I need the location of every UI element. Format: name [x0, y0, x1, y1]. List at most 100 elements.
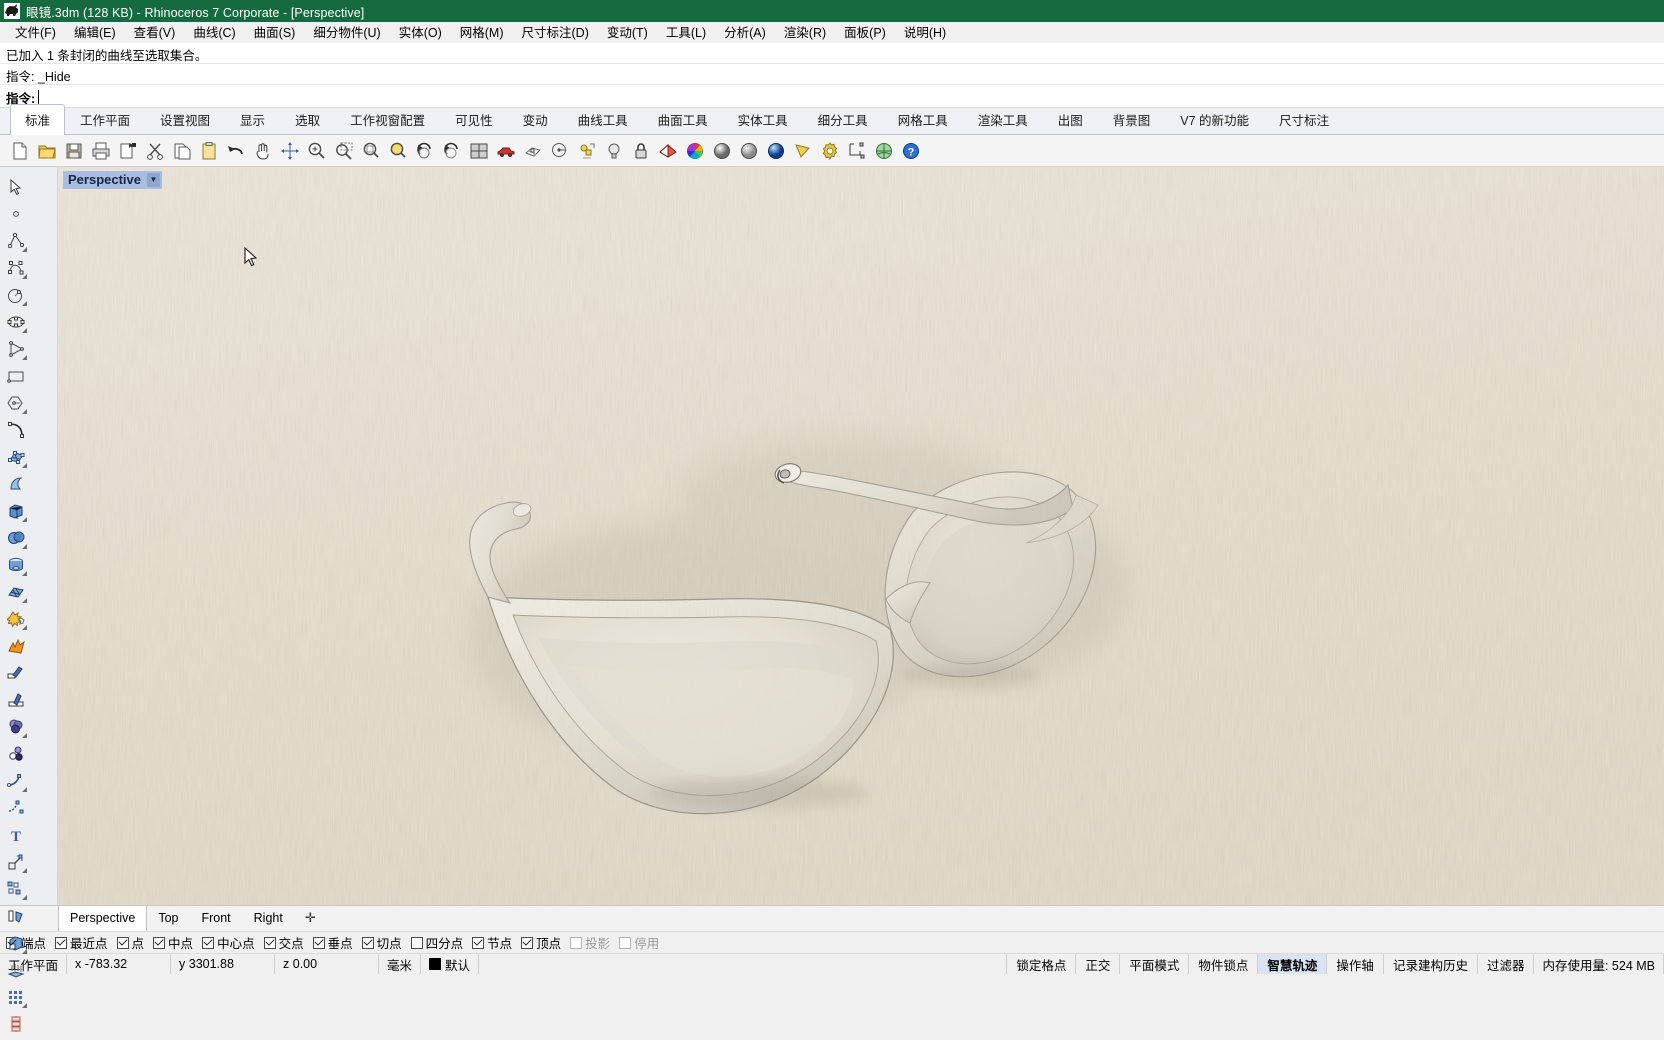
polygon-icon[interactable]: [2, 335, 29, 362]
tab-render-tools[interactable]: 渲染工具: [963, 104, 1043, 135]
box-solid-icon[interactable]: [2, 497, 29, 524]
mirror-icon[interactable]: [2, 902, 29, 929]
control-point-curve-icon[interactable]: [2, 254, 29, 281]
hexagon-icon[interactable]: [2, 389, 29, 416]
checkbox[interactable]: [410, 936, 423, 949]
current-layer[interactable]: 默认: [421, 954, 480, 974]
checkbox[interactable]: [202, 936, 215, 949]
tab-curve-tools[interactable]: 曲线工具: [563, 104, 643, 135]
color-wheel-icon[interactable]: [681, 137, 708, 164]
named-view-icon[interactable]: [546, 137, 573, 164]
checkbox[interactable]: [312, 936, 325, 949]
osnap-knot[interactable]: 节点: [472, 933, 512, 952]
perspective-viewport[interactable]: Perspective ▼: [58, 167, 1664, 905]
viewtab-top[interactable]: Top: [147, 906, 190, 931]
toggle-smarttrack[interactable]: 智慧轨迹: [1258, 954, 1328, 974]
tab-background-bitmap[interactable]: 背景图: [1098, 104, 1166, 135]
trim-icon[interactable]: [2, 659, 29, 686]
osnap-tan[interactable]: 切点: [361, 933, 402, 952]
rendered-view-icon[interactable]: [762, 137, 789, 164]
curve-boolean-icon[interactable]: [2, 740, 29, 767]
tab-drafting[interactable]: 出图: [1043, 104, 1098, 135]
undo-view-change-icon[interactable]: [438, 137, 465, 164]
toggle-record-history[interactable]: 记录建构历史: [1384, 954, 1478, 974]
osnap-cen[interactable]: 中心点: [202, 933, 255, 952]
menu-transform[interactable]: 变动(T): [598, 20, 657, 44]
wireframe-mesh-icon[interactable]: [519, 137, 546, 164]
tab-setview[interactable]: 设置视图: [145, 104, 225, 135]
options-gear-icon[interactable]: [816, 137, 843, 164]
render-car-icon[interactable]: [492, 137, 519, 164]
toggle-filter[interactable]: 过滤器: [1478, 954, 1535, 974]
toggle-grid-snap[interactable]: 锁定格点: [1007, 954, 1077, 974]
menu-mesh[interactable]: 网格(M): [451, 20, 513, 44]
menu-curve[interactable]: 曲线(C): [184, 20, 244, 44]
four-viewport-icon[interactable]: [465, 137, 492, 164]
circle-icon[interactable]: [2, 281, 29, 308]
save-file-icon[interactable]: [60, 137, 87, 164]
menu-file[interactable]: 文件(F): [6, 20, 65, 44]
undo-icon[interactable]: [222, 137, 249, 164]
toggle-ortho[interactable]: 正交: [1076, 954, 1121, 974]
viewport-label[interactable]: Perspective ▼: [63, 171, 162, 189]
osnap-near[interactable]: 最近点: [55, 933, 108, 952]
osnap-disable[interactable]: 停用: [619, 933, 659, 952]
rotate-view-icon[interactable]: [411, 137, 438, 164]
cylinder-solid-icon[interactable]: [2, 551, 29, 578]
toggle-gumball[interactable]: 操作轴: [1327, 954, 1384, 974]
extrude-surface-icon[interactable]: [2, 956, 29, 983]
boolean-union-icon[interactable]: [2, 605, 29, 632]
zoom-window-icon[interactable]: [330, 137, 357, 164]
arc-icon[interactable]: [2, 416, 29, 443]
clipboard-paste-icon[interactable]: [195, 137, 222, 164]
checkbox[interactable]: [521, 936, 534, 949]
cut-icon[interactable]: [141, 137, 168, 164]
menu-analyze[interactable]: 分析(A): [715, 20, 775, 44]
pan-hand-icon[interactable]: [249, 137, 276, 164]
surface-from-points-icon[interactable]: [2, 443, 29, 470]
cut-copy-paste-icon[interactable]: [114, 137, 141, 164]
blend-curve-icon[interactable]: [2, 794, 29, 821]
menu-solid[interactable]: 实体(O): [390, 20, 451, 44]
tab-display[interactable]: 显示: [225, 104, 280, 135]
mesh-from-surface-icon[interactable]: [2, 578, 29, 605]
ellipse-icon[interactable]: [2, 308, 29, 335]
zoom-in-icon[interactable]: [303, 137, 330, 164]
chevron-down-icon[interactable]: ▼: [147, 172, 160, 187]
viewtab-front[interactable]: Front: [190, 906, 242, 931]
explode-icon[interactable]: [2, 632, 29, 659]
globe-render-icon[interactable]: [870, 137, 897, 164]
osnap-mid[interactable]: 中点: [153, 933, 193, 952]
array-grid-icon[interactable]: [2, 983, 29, 1010]
text-object-icon[interactable]: T: [2, 821, 29, 848]
point-object-icon[interactable]: [2, 200, 29, 227]
split-icon[interactable]: [2, 686, 29, 713]
zoom-dynamic-icon[interactable]: [384, 137, 411, 164]
open-file-icon[interactable]: [33, 137, 60, 164]
toggle-osnap[interactable]: 物件锁点: [1189, 954, 1259, 974]
tab-new-in-v7[interactable]: V7 的新功能: [1165, 104, 1264, 135]
new-file-icon[interactable]: [6, 137, 33, 164]
checkbox[interactable]: [116, 936, 129, 949]
tab-dimensions[interactable]: 尺寸标注: [1264, 104, 1344, 135]
tab-visibility[interactable]: 可见性: [440, 104, 508, 135]
menu-surface[interactable]: 曲面(S): [245, 20, 305, 44]
zoom-extents-icon[interactable]: [276, 137, 303, 164]
layer-color-swatch[interactable]: [429, 958, 442, 970]
checkbox[interactable]: [153, 936, 166, 949]
osnap-perp[interactable]: 垂点: [312, 933, 353, 952]
tab-viewport-layout[interactable]: 工作视窗配置: [335, 104, 440, 135]
array-along-curve-icon[interactable]: [2, 1010, 29, 1037]
tab-mesh-tools[interactable]: 网格工具: [883, 104, 963, 135]
menu-render[interactable]: 渲染(R): [775, 20, 835, 44]
viewtab-right[interactable]: Right: [243, 906, 295, 931]
osnap-vertex[interactable]: 顶点: [521, 933, 561, 952]
isocurve-cone-icon[interactable]: [789, 137, 816, 164]
osnap-point[interactable]: 点: [116, 933, 144, 952]
tab-cplane[interactable]: 工作平面: [65, 104, 145, 135]
sphere-solid-icon[interactable]: [2, 524, 29, 551]
checkbox[interactable]: [361, 936, 374, 949]
toggle-planar[interactable]: 平面模式: [1120, 954, 1190, 974]
layers-icon[interactable]: [654, 137, 681, 164]
boolean-tools-icon[interactable]: [2, 713, 29, 740]
